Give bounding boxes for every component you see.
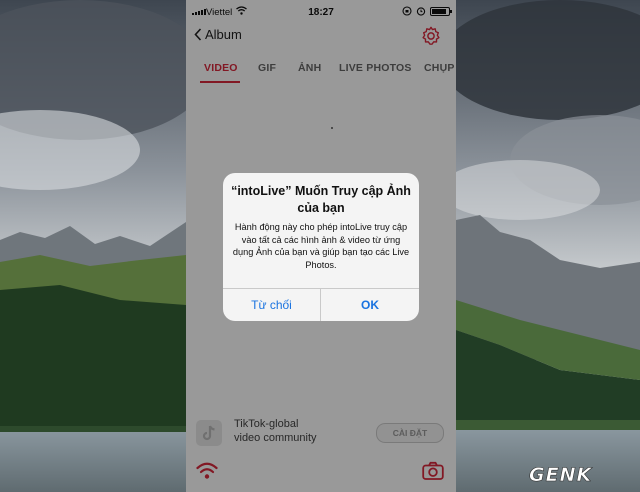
alert-title: “intoLive” Muốn Truy cập Ảnh của bạn xyxy=(231,184,411,215)
alert-message: Hành động này cho phép intoLive truy cập… xyxy=(232,222,410,270)
permission-alert: “intoLive” Muốn Truy cập Ảnh của bạn Hàn… xyxy=(223,173,419,321)
ok-button[interactable]: OK xyxy=(321,289,419,321)
genk-watermark-logo: GENK xyxy=(529,464,592,486)
deny-button[interactable]: Từ chối xyxy=(223,289,320,321)
phone-screen: Viettel 18:27 Album VIDEO GIF ẢNH LIVE P… xyxy=(186,0,456,492)
svg-text:GENK: GENK xyxy=(529,464,592,486)
